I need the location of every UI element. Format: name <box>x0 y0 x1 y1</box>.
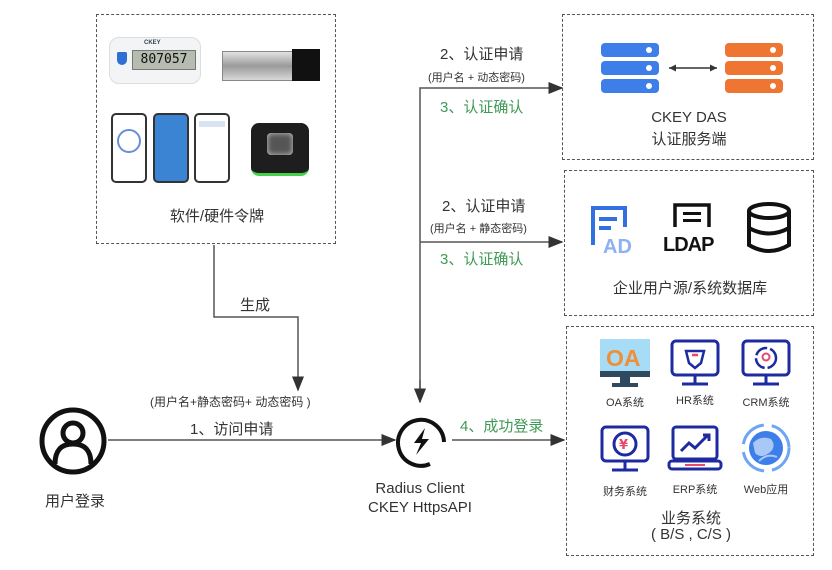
credentials-label: (用户名+静态密码+ 动态密码 ) <box>150 395 311 409</box>
svg-text:AD: AD <box>603 236 632 255</box>
auth-connector-das <box>419 82 564 400</box>
das-server-box: CKEY DAS 认证服务端 <box>562 14 814 160</box>
database-icon <box>747 202 791 253</box>
auth-request-das-sub: (用户名 + 动态密码) <box>428 72 525 84</box>
auth-request-userdb-label: 2、认证申请 <box>442 198 526 215</box>
crm-monitor-icon <box>741 339 791 386</box>
token-box-label: 软件/硬件令牌 <box>169 208 265 225</box>
system-label: OA系统 <box>606 397 644 409</box>
hr-monitor-icon <box>670 339 720 386</box>
system-label: CRM系统 <box>742 397 790 409</box>
system-label: 财务系统 <box>603 486 647 498</box>
das-title-line1: CKEY DAS <box>651 109 727 126</box>
phone-app-icon <box>111 113 147 183</box>
auth-confirm-das-label: 3、认证确认 <box>440 99 524 116</box>
otp-hardware-token: CKEY 807057 <box>109 37 201 84</box>
radius-client-icon[interactable] <box>392 412 450 470</box>
radius-label-line2: CKEY HttpsAPI <box>368 499 472 516</box>
globe-icon <box>741 423 791 473</box>
auth-confirm-userdb-label: 3、认证确认 <box>440 251 524 268</box>
svg-text:LDAP: LDAP <box>663 234 714 255</box>
auth-request-das-label: 2、认证申请 <box>440 46 524 63</box>
das-title-line2: 认证服务端 <box>651 131 727 148</box>
oa-monitor-icon: OA <box>600 339 650 387</box>
business-systems-box: OA OA系统 HR系统 CRM系统 ¥ 财务系统 ERP系统 Web应用 业务… <box>566 326 814 556</box>
radius-label-line1: Radius Client <box>375 480 465 497</box>
user-source-box: AD LDAP 企业用户源/系统数据库 <box>564 170 814 316</box>
oa-system-item[interactable]: OA OA系统 <box>595 337 655 410</box>
user-login-label: 用户登录 <box>44 493 105 510</box>
system-label: ERP系统 <box>672 484 718 496</box>
ldap-icon: LDAP <box>663 203 715 255</box>
server-cluster-icon <box>601 43 783 93</box>
access-request-label: 1、访问申请 <box>190 421 274 438</box>
finance-system-item[interactable]: ¥ 财务系统 <box>595 423 655 499</box>
user-icon <box>39 407 107 475</box>
erp-system-item[interactable]: ERP系统 <box>665 423 725 497</box>
auth-request-userdb-sub: (用户名 + 静态密码) <box>430 223 527 235</box>
usb-key-icon <box>222 51 294 81</box>
svg-text:¥: ¥ <box>619 438 628 453</box>
business-title-line1: 业务系统 <box>660 510 721 527</box>
phone-app-icon <box>194 113 230 183</box>
shield-icon <box>117 52 127 65</box>
erp-laptop-icon <box>667 425 723 471</box>
hr-system-item[interactable]: HR系统 <box>665 337 725 408</box>
token-box: CKEY 807057 软件/硬件令牌 <box>96 14 336 244</box>
generate-connector <box>213 245 304 392</box>
web-app-item[interactable]: Web应用 <box>733 423 799 497</box>
login-success-label: 4、成功登录 <box>460 418 544 435</box>
finance-monitor-icon: ¥ <box>600 425 650 472</box>
generate-label: 生成 <box>240 297 271 314</box>
crm-system-item[interactable]: CRM系统 <box>733 337 799 410</box>
otp-display: 807057 <box>132 50 196 70</box>
fingerprint-reader-icon <box>251 123 309 176</box>
user-source-label: 企业用户源/系统数据库 <box>612 280 768 297</box>
svg-text:OA: OA <box>606 345 641 371</box>
otp-brand: CKEY <box>144 40 161 46</box>
business-title-line2: ( B/S , C/S ) <box>650 526 731 543</box>
phone-app-icon <box>153 113 189 183</box>
ad-icon: AD <box>591 206 632 255</box>
system-label: HR系统 <box>676 395 714 407</box>
system-label: Web应用 <box>743 484 789 496</box>
usb-key-cap <box>292 49 320 81</box>
